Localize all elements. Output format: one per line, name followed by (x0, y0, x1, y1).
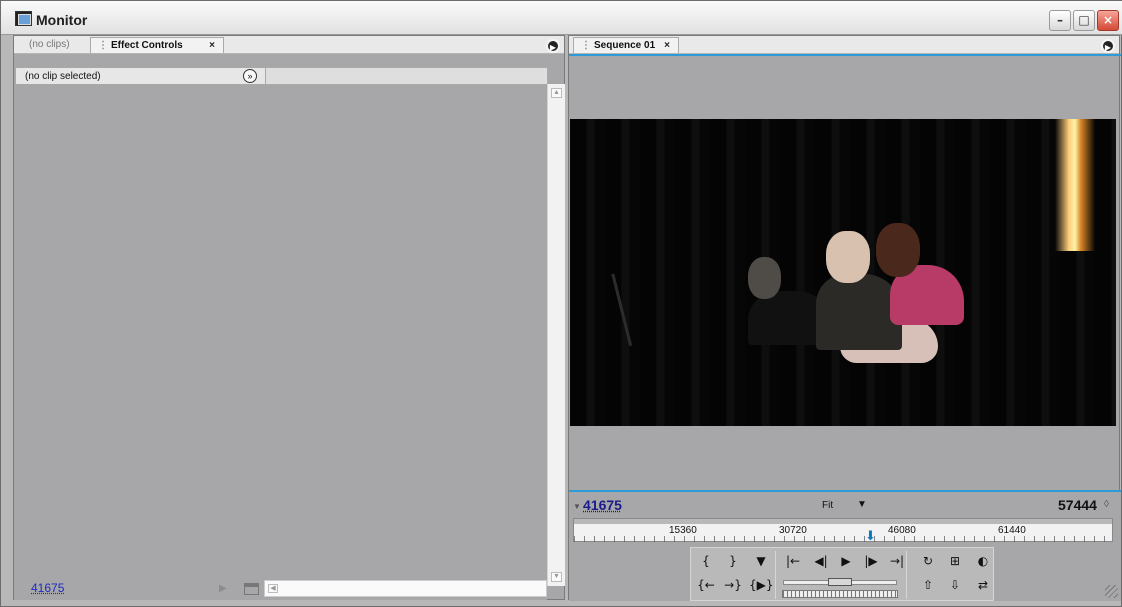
close-icon: × (1102, 13, 1114, 27)
set-in-icon[interactable]: { (694, 552, 718, 570)
set-out-icon[interactable]: } (721, 552, 745, 570)
play-icon[interactable]: ▶︎ (219, 583, 234, 595)
effect-timeline-header (265, 67, 548, 85)
control-separator (775, 551, 776, 599)
close-button[interactable]: × (1097, 10, 1119, 31)
tab-close-icon[interactable]: × (664, 38, 670, 53)
right-tabbar: ⋮ Sequence 01 × ▶ (569, 36, 1119, 54)
ruler-ticks (574, 536, 1112, 542)
tab-grip-icon: ⋮ (581, 40, 591, 51)
step-forward-icon[interactable]: |▶ (859, 552, 883, 570)
output-icon[interactable]: ◐ (971, 552, 995, 570)
minimize-icon: – (1057, 13, 1063, 27)
tab-effect-controls-label: Effect Controls (111, 40, 183, 51)
zoom-fit-select[interactable]: Fit (822, 500, 833, 511)
tab-sequence-01[interactable]: ⋮ Sequence 01 × (573, 37, 679, 53)
transport-controls: { } ▼ {← →} {▶} |← ◀| ▶ |▶ →| ↻ ⊞ ◐ ⇧ ⇩ (690, 547, 994, 601)
time-ruler[interactable]: 15360 30720 46080 61440 (573, 518, 1113, 542)
go-to-previous-edit-icon[interactable]: |← (781, 552, 805, 570)
control-separator (906, 551, 907, 599)
tab-sequence-01-label: Sequence 01 (594, 40, 656, 51)
timecode-dropdown-icon[interactable]: ▼ (573, 502, 581, 511)
step-back-icon[interactable]: ◀| (809, 552, 833, 570)
maximize-button[interactable]: □ (1073, 10, 1095, 31)
tab-no-clips-label: (no clips) (29, 39, 70, 50)
stage-light (1055, 119, 1095, 251)
clip-status-bar: (no clip selected) (15, 67, 265, 85)
tab-no-clips[interactable]: (no clips) (22, 37, 88, 53)
minimize-button[interactable]: – (1049, 10, 1071, 31)
monitor-app-icon (15, 11, 32, 26)
active-panel-highlight (569, 54, 1121, 56)
play-in-to-out-icon[interactable]: {▶} (749, 576, 774, 594)
ruler-label: 15360 (669, 525, 697, 536)
effect-controls-panel: (no clips) ⋮ Effect Controls × ▶ (no clip … (13, 35, 565, 600)
ruler-range-bar[interactable] (574, 519, 1112, 524)
lift-icon[interactable]: ⇧ (916, 576, 940, 594)
monitor-controls: ▼ 41675 Fit ▼ 57444 ◊ 15360 30720 46080 … (569, 490, 1121, 601)
set-marker-icon[interactable]: ▼ (749, 552, 773, 570)
jog-knob[interactable] (828, 578, 852, 586)
duration-timecode: 57444 (1058, 497, 1097, 513)
extract-icon[interactable]: ⇩ (943, 576, 967, 594)
panel-menu-icon[interactable]: ▶ (546, 39, 560, 53)
ruler-label: 30720 (779, 525, 807, 536)
monitor-window: Monitor – □ × (no clips) ⋮ Effect Control… (0, 0, 1122, 607)
effect-controls-timecode[interactable]: 41675 (31, 581, 64, 595)
person-right-head (876, 223, 920, 277)
horizontal-scrollbar[interactable]: ◀ (264, 580, 547, 597)
shuttle-control[interactable] (782, 590, 898, 598)
trim-icon[interactable]: ⇄ (971, 576, 995, 594)
scroll-left-icon[interactable]: ◀ (268, 584, 278, 593)
sequence-monitor-panel: ⋮Sequence 01 × ▶ ▼ 41675 Fit ▼ 57444 ◊ (568, 35, 1121, 601)
window-titlebar: Monitor – □ × (1, 1, 1122, 35)
window-title: Monitor (36, 12, 88, 28)
ruler-label: 46080 (888, 525, 916, 536)
chevron-down-icon[interactable]: ▼ (857, 499, 867, 510)
out-point-indicator-icon: ◊ (1104, 499, 1109, 510)
loop-icon[interactable]: ↻ (916, 552, 940, 570)
ruler-label: 61440 (998, 525, 1026, 536)
tab-grip-icon: ⋮ (98, 40, 108, 51)
play-button-icon[interactable]: ▶ (834, 552, 858, 570)
resize-grip-icon[interactable] (1105, 585, 1118, 598)
maximize-icon: □ (1078, 13, 1090, 27)
show-hide-timeline-button[interactable]: » (243, 69, 257, 83)
current-timecode[interactable]: 41675 (583, 497, 622, 513)
export-icon[interactable] (244, 583, 259, 595)
vertical-scrollbar[interactable]: ▲ ▼ (547, 84, 565, 586)
video-preview (570, 119, 1116, 426)
person-center-head (826, 231, 870, 283)
go-to-in-icon[interactable]: {← (694, 576, 718, 594)
safe-margins-icon[interactable]: ⊞ (943, 552, 967, 570)
go-to-out-icon[interactable]: →} (721, 576, 745, 594)
panel-menu-icon[interactable]: ▶ (1101, 39, 1115, 53)
jog-slider[interactable] (783, 578, 897, 586)
left-tabbar: (no clips) ⋮ Effect Controls × ▶ (14, 36, 564, 54)
scroll-down-icon[interactable]: ▼ (551, 572, 562, 582)
playhead-icon[interactable]: ⬇ (865, 529, 877, 544)
scroll-up-icon[interactable]: ▲ (551, 88, 562, 98)
tab-effect-controls[interactable]: ⋮ Effect Controls × (90, 37, 224, 53)
tab-close-icon[interactable]: × (209, 38, 215, 53)
person-left-head (748, 257, 781, 299)
